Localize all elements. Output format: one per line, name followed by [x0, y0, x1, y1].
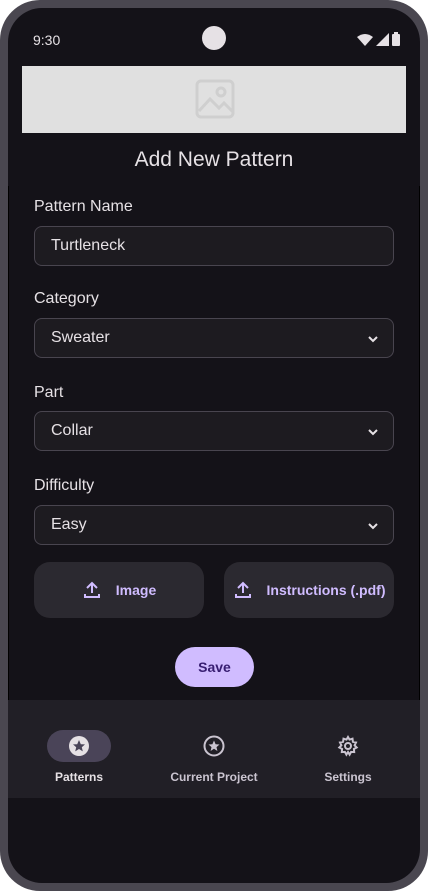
status-time: 9:30 [33, 32, 61, 48]
battery-icon [392, 32, 400, 46]
camera-cutout [202, 26, 226, 50]
nav-icon-container [316, 730, 380, 762]
status-bar: 9:30 [8, 8, 420, 64]
nav-item-current-project[interactable]: Current Project [164, 700, 264, 798]
upload-icon [83, 581, 100, 598]
star-circle-outline-icon [203, 735, 225, 757]
category-value: Sweater [51, 329, 110, 346]
save-button[interactable]: Save [175, 647, 254, 687]
nav-active-indicator [47, 730, 111, 762]
part-select[interactable]: Collar [34, 411, 394, 451]
chevron-down-icon [368, 523, 378, 530]
nav-label-patterns: Patterns [54, 770, 104, 784]
bottom-nav: Patterns Current Project Settings [8, 700, 420, 798]
upload-instructions-button[interactable]: Instructions (.pdf) [224, 562, 394, 618]
screen: 9:30 Add New Pattern Pattern Name Turtle… [8, 8, 420, 883]
wifi-icon [357, 34, 373, 46]
status-icons [357, 32, 400, 46]
star-circle-icon [69, 736, 89, 756]
part-value: Collar [51, 422, 93, 439]
nav-item-settings[interactable]: Settings [316, 700, 380, 798]
difficulty-value: Easy [51, 516, 87, 533]
pattern-name-value: Turtleneck [51, 237, 126, 254]
nav-label-current-project: Current Project [170, 770, 258, 784]
part-label: Part [34, 384, 64, 401]
chevron-down-icon [368, 336, 378, 343]
signal-icon [376, 33, 389, 46]
gear-icon [337, 735, 359, 757]
difficulty-select[interactable]: Easy [34, 505, 394, 545]
category-label: Category [34, 290, 99, 307]
pattern-name-input[interactable]: Turtleneck [34, 226, 394, 266]
nav-label-settings: Settings [324, 770, 372, 784]
phone-frame: 9:30 Add New Pattern Pattern Name Turtle… [0, 0, 428, 891]
difficulty-label: Difficulty [34, 477, 95, 494]
category-select[interactable]: Sweater [34, 318, 394, 358]
upload-icon [234, 581, 251, 598]
image-placeholder [22, 66, 406, 133]
nav-icon-container [182, 730, 246, 762]
page-title: Add New Pattern [134, 148, 294, 171]
nav-item-patterns[interactable]: Patterns [47, 700, 111, 798]
upload-instructions-label: Instructions (.pdf) [266, 582, 386, 598]
upload-image-label: Image [115, 582, 157, 598]
chevron-down-icon [368, 429, 378, 436]
pattern-name-label: Pattern Name [34, 198, 133, 215]
image-icon [195, 79, 235, 119]
upload-image-button[interactable]: Image [34, 562, 204, 618]
